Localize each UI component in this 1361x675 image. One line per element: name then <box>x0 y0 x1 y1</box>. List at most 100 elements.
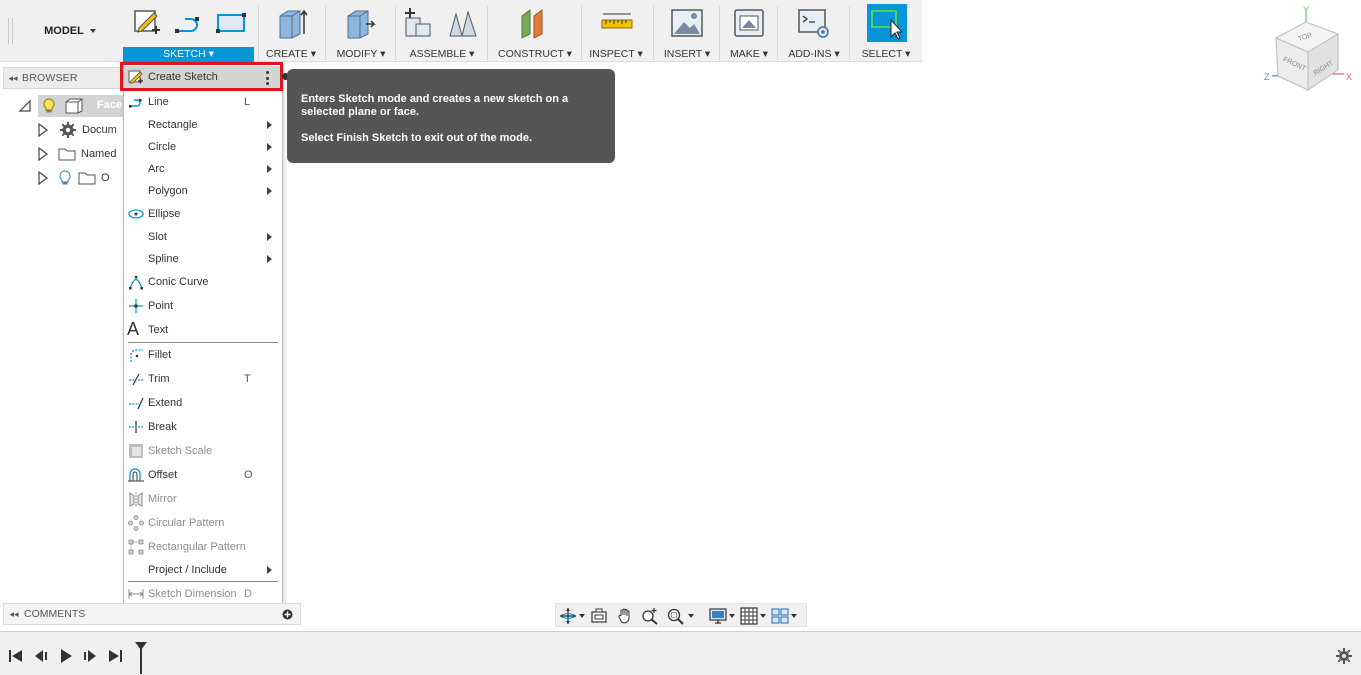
menu-item-project-include[interactable]: Project / Include <box>124 559 282 581</box>
menu-item-sketch-dimension[interactable]: Sketch Dimension D <box>124 583 282 605</box>
workspace-switcher[interactable]: MODEL <box>20 0 120 62</box>
viewcube[interactable]: TOP FRONT RIGHT Y Z X <box>1262 4 1358 96</box>
extrude-icon[interactable] <box>274 6 308 40</box>
rectangular-pattern-icon <box>128 539 144 555</box>
fit-zoom-icon[interactable] <box>667 607 685 625</box>
x-axis-label: X <box>1346 72 1352 82</box>
pan-hand-icon[interactable] <box>616 607 634 625</box>
make-group-label[interactable]: MAKE ▾ <box>723 48 775 62</box>
shortcut-label: L <box>244 96 251 108</box>
gear-icon[interactable] <box>1336 648 1352 664</box>
modify-group-label[interactable]: MODIFY ▾ <box>330 48 392 62</box>
chevron-down-icon[interactable] <box>760 614 766 618</box>
folder-icon <box>78 172 96 185</box>
toolbar-separator <box>777 6 778 60</box>
menu-item-fillet[interactable]: Fillet <box>124 344 282 366</box>
chevron-down-icon <box>89 29 96 33</box>
menu-item-line[interactable]: Line L <box>124 91 282 113</box>
menu-item-sketch-scale[interactable]: Sketch Scale <box>124 440 282 462</box>
construct-group-label[interactable]: CONSTRUCT ▾ <box>492 48 578 62</box>
rectangle-tool-icon[interactable] <box>214 6 248 40</box>
step-back-icon[interactable] <box>33 648 49 664</box>
submenu-arrow-icon <box>267 165 272 173</box>
grid-icon[interactable] <box>740 607 758 625</box>
viewports-icon[interactable] <box>771 607 789 625</box>
menu-item-ellipse[interactable]: Ellipse <box>124 203 282 225</box>
play-icon[interactable] <box>58 648 74 664</box>
orbit-icon[interactable] <box>559 607 577 625</box>
lightbulb-icon[interactable] <box>42 98 56 114</box>
offset-plane-icon[interactable] <box>516 6 550 40</box>
select-icon[interactable] <box>869 6 903 40</box>
collapsed-triangle-icon[interactable] <box>38 147 48 161</box>
menu-item-mirror[interactable]: Mirror <box>124 488 282 510</box>
menu-item-circular-pattern[interactable]: Circular Pattern <box>124 512 282 534</box>
menu-item-conic-curve[interactable]: Conic Curve <box>124 271 282 293</box>
tree-row-root[interactable]: Face <box>18 95 123 117</box>
chevron-down-icon[interactable] <box>579 614 585 618</box>
inspect-group-label[interactable]: INSPECT ▾ <box>585 48 647 62</box>
step-forward-icon[interactable] <box>82 648 98 664</box>
toolbar-separator <box>487 6 488 60</box>
conic-curve-icon <box>129 276 143 290</box>
chevron-down-icon[interactable] <box>688 614 694 618</box>
go-to-start-icon[interactable] <box>8 648 24 664</box>
sketch-group-label[interactable]: SKETCH ▾ <box>123 48 254 62</box>
menu-item-rectangular-pattern[interactable]: Rectangular Pattern <box>124 536 282 558</box>
tree-item-label: Named <box>81 148 117 160</box>
timeline-bar <box>0 631 1361 675</box>
comments-panel-bar[interactable]: ◂◂ COMMENTS <box>3 603 301 625</box>
assemble-group-label[interactable]: ASSEMBLE ▾ <box>400 48 484 62</box>
menu-item-spline[interactable]: Spline <box>124 248 282 270</box>
line-tool-icon[interactable] <box>172 6 206 40</box>
collapse-left-icon[interactable]: ◂◂ <box>4 609 24 620</box>
joint-icon[interactable] <box>446 6 480 40</box>
scripts-addins-icon[interactable] <box>797 6 831 40</box>
menu-item-arc[interactable]: Arc <box>124 158 282 180</box>
add-comment-icon[interactable] <box>282 609 293 620</box>
go-to-end-icon[interactable] <box>107 648 123 664</box>
menu-item-polygon[interactable]: Polygon <box>124 180 282 202</box>
new-component-icon[interactable] <box>402 6 436 40</box>
chevron-down-icon[interactable] <box>791 614 797 618</box>
menu-item-trim[interactable]: Trim T <box>124 368 282 390</box>
addins-group-label[interactable]: ADD-INS ▾ <box>782 48 846 62</box>
submenu-arrow-icon <box>267 187 272 195</box>
display-settings-icon[interactable] <box>709 607 727 625</box>
zoom-icon[interactable] <box>641 607 659 625</box>
press-pull-icon[interactable] <box>344 6 378 40</box>
menu-item-offset[interactable]: Offset O <box>124 464 282 486</box>
menu-item-circle[interactable]: Circle <box>124 136 282 158</box>
browser-header[interactable]: ◂◂ BROWSER <box>3 67 123 89</box>
3d-print-icon[interactable] <box>732 6 766 40</box>
look-at-icon[interactable] <box>590 607 608 625</box>
menu-item-label: Line <box>148 96 169 108</box>
lightbulb-off-icon[interactable] <box>58 170 72 186</box>
toolbar-grip[interactable] <box>8 18 13 44</box>
tree-row-named-views[interactable]: Named <box>38 143 123 165</box>
collapsed-triangle-icon[interactable] <box>38 171 48 185</box>
collapse-left-icon[interactable]: ◂◂ <box>4 73 22 84</box>
create-sketch-icon[interactable] <box>130 6 164 40</box>
insert-group-label[interactable]: INSERT ▾ <box>657 48 717 62</box>
select-group-label[interactable]: SELECT ▾ <box>855 48 917 62</box>
menu-item-rectangle[interactable]: Rectangle <box>124 114 282 136</box>
menu-item-point[interactable]: Point <box>124 295 282 317</box>
point-icon <box>129 299 143 313</box>
menu-item-extend[interactable]: Extend <box>124 392 282 414</box>
menu-item-label: Trim <box>148 373 170 385</box>
chevron-down-icon[interactable] <box>729 614 735 618</box>
create-group-label[interactable]: CREATE ▾ <box>262 48 320 62</box>
menu-item-text[interactable]: A Text <box>124 319 282 341</box>
timeline-marker-icon[interactable] <box>134 641 148 675</box>
measure-icon[interactable] <box>600 6 634 40</box>
menu-item-break[interactable]: Break <box>124 416 282 438</box>
expanded-triangle-icon[interactable] <box>18 99 32 113</box>
insert-image-icon[interactable] <box>670 6 704 40</box>
menu-item-label: Polygon <box>148 185 188 197</box>
trim-icon <box>129 373 143 386</box>
menu-item-slot[interactable]: Slot <box>124 226 282 248</box>
collapsed-triangle-icon[interactable] <box>38 123 48 137</box>
tree-row-origin[interactable]: O <box>38 167 123 189</box>
tree-row-document-settings[interactable]: Docum <box>38 119 123 141</box>
